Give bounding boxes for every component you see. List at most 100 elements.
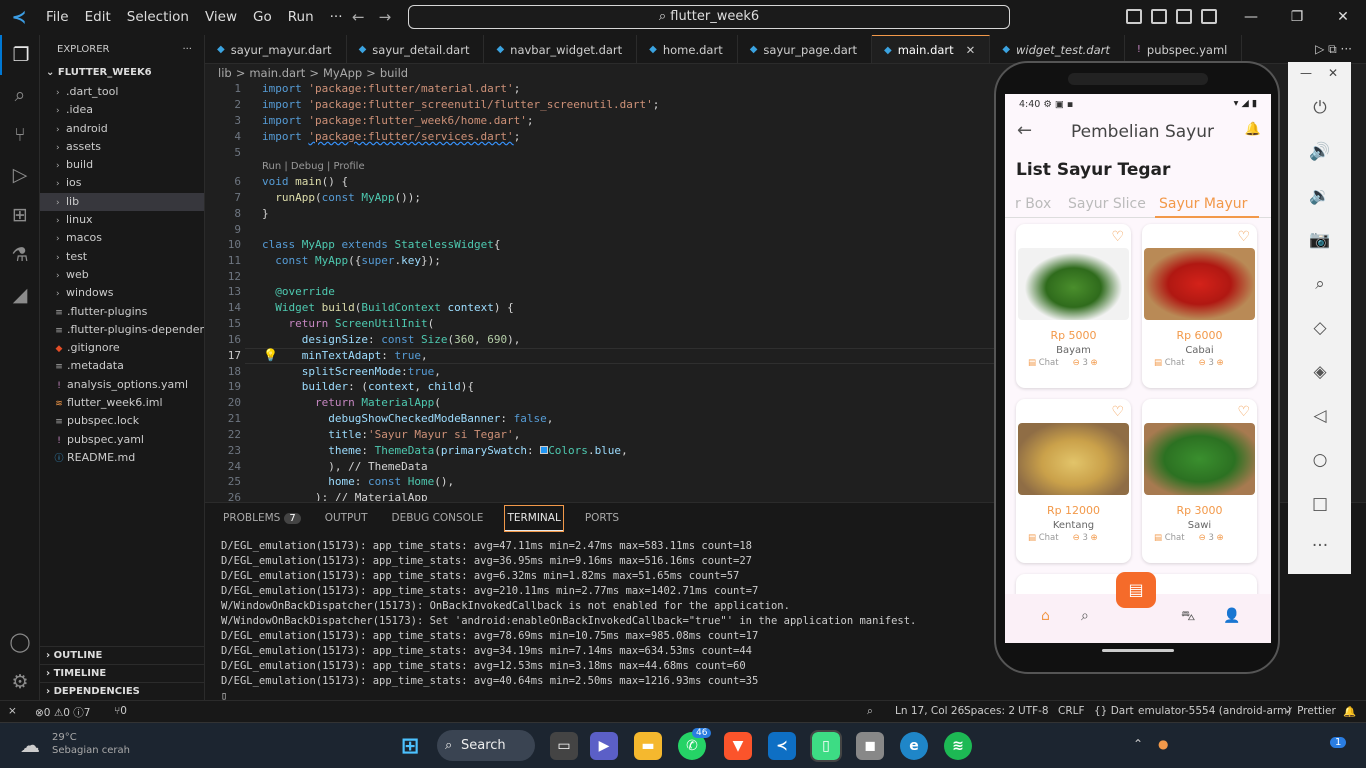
basket-icon[interactable]: ⛍ <box>1181 608 1195 626</box>
product-card[interactable]: ♡ Rp 12000 Kentang ▤ Chat ⊖ 3 ⊕ <box>1016 399 1131 563</box>
customize-layout-icon[interactable] <box>1201 9 1217 24</box>
chat-label[interactable]: Chat <box>1039 533 1059 543</box>
brave-icon[interactable]: ▼ <box>724 732 752 760</box>
minus-icon[interactable]: ⊖ <box>1073 533 1083 543</box>
tab-ports[interactable]: PORTS <box>583 506 621 530</box>
notification-count[interactable]: 1 <box>1330 737 1347 748</box>
heart-icon[interactable]: ♡ <box>1237 229 1250 245</box>
code-editor[interactable]: 1 2 3 4 5 6 7 8 9 10 11 12 13 14 15 16 17 18 19 20 21 22 23 24 2… <box>205 80 995 501</box>
menu-go[interactable]: Go <box>245 0 280 35</box>
spotify-icon[interactable]: ≋ <box>944 732 972 760</box>
breadcrumb-file[interactable]: main.dart <box>249 66 305 80</box>
chat-label[interactable]: Chat <box>1165 358 1185 368</box>
plus-icon[interactable]: ⊕ <box>1214 358 1224 368</box>
tab-pubspec-yaml[interactable]: ! pubspec.yaml <box>1125 35 1243 63</box>
section-outline[interactable]: › OUTLINE <box>40 646 205 664</box>
menu-view[interactable]: View <box>197 0 245 35</box>
run-debug-icon[interactable]: ▷ <box>0 155 40 195</box>
menu-file[interactable]: File <box>38 0 77 35</box>
tray-icon[interactable]: ● <box>1158 737 1168 751</box>
taskbar-search[interactable]: ⌕ Search <box>437 730 535 761</box>
profile-icon[interactable]: 👤 <box>1223 608 1240 624</box>
weather-widget[interactable]: 29°C Sebagian cerah <box>52 731 130 757</box>
chat-icon[interactable]: ▤ <box>1154 533 1165 543</box>
menu-edit[interactable]: Edit <box>77 0 119 35</box>
plus-icon[interactable]: ⊕ <box>1088 358 1098 368</box>
tab-output[interactable]: OUTPUT <box>323 506 370 530</box>
tree-folder-test[interactable]: › test <box>40 248 204 266</box>
file-explorer-icon[interactable]: ▬ <box>634 732 662 760</box>
product-card[interactable]: ♡ Rp 3000 Sawi ▤ Chat ⊖ 3 ⊕ <box>1142 399 1257 563</box>
tree-file[interactable]: ≡ pubspec.lock <box>40 412 204 430</box>
volume-down-icon[interactable]: 🔉 <box>1306 182 1334 210</box>
edge-icon[interactable]: e <box>900 732 928 760</box>
search-icon[interactable]: ⌕ <box>1081 608 1089 624</box>
tree-folder-darttool[interactable]: › .dart_tool <box>40 83 204 101</box>
command-center-search[interactable]: ⌕ flutter_week6 <box>408 5 1010 29</box>
source-control-icon[interactable]: ⑂ <box>0 115 40 155</box>
search-view-icon[interactable]: ⌕ <box>0 75 40 115</box>
chat-icon[interactable]: ▤ <box>1154 358 1165 368</box>
tree-folder-lib[interactable]: › lib <box>40 192 204 212</box>
tree-folder-linux[interactable]: › linux <box>40 211 204 229</box>
tab-sayur-detail-dart[interactable]: ◆ sayur_detail.dart <box>347 35 485 63</box>
tree-folder-android[interactable]: › android <box>40 120 204 138</box>
heart-icon[interactable]: ♡ <box>1111 404 1124 420</box>
tree-file[interactable]: ≡ .metadata <box>40 357 204 375</box>
tree-folder-assets[interactable]: › assets <box>40 138 204 156</box>
problems-status[interactable]: ⊗0 ⚠0 ⓘ7 <box>35 705 90 720</box>
chat-label[interactable]: Chat <box>1165 533 1185 543</box>
meet-icon[interactable]: ▶ <box>590 732 618 760</box>
split-editor-icon[interactable]: ▷ ⧉ ··· <box>1301 35 1366 63</box>
tree-folder-macos[interactable]: › macos <box>40 229 204 247</box>
tab-problems[interactable]: PROBLEMS 7 <box>221 506 303 530</box>
minus-icon[interactable]: ⊖ <box>1199 358 1209 368</box>
minimize-icon[interactable]: — <box>1228 0 1274 35</box>
bell-icon[interactable]: 🔔 <box>1245 122 1261 137</box>
close-tab-icon[interactable]: ✕ <box>966 43 976 57</box>
tab-box[interactable]: r Box <box>1015 196 1051 212</box>
testing-icon[interactable]: ⚗ <box>0 235 40 275</box>
menu-run[interactable]: Run <box>280 0 322 35</box>
plus-icon[interactable]: ⊕ <box>1088 533 1098 543</box>
vscode-taskbar-icon[interactable]: ≺ <box>768 732 796 760</box>
ports-status[interactable]: ⑂0 <box>114 705 127 717</box>
codelens-run-debug[interactable]: Run | Debug | Profile <box>262 161 365 172</box>
power-icon[interactable]: ⏻ <box>1306 94 1334 122</box>
remote-icon[interactable]: ⨯ <box>8 705 17 717</box>
chat-icon[interactable]: ▤ <box>1028 533 1039 543</box>
chat-icon[interactable]: ▤ <box>1028 358 1039 368</box>
product-card[interactable]: ♡ Rp 5000 Bayam ▤ Chat ⊖ 3 ⊕ <box>1016 224 1131 388</box>
heart-icon[interactable]: ♡ <box>1237 404 1250 420</box>
tab-widget-test-dart[interactable]: ◆ widget_test.dart <box>990 35 1125 63</box>
chat-label[interactable]: Chat <box>1039 358 1059 368</box>
product-card[interactable]: ♡ Rp 6000 Cabai ▤ Chat ⊖ 3 ⊕ <box>1142 224 1257 388</box>
breadcrumb-method[interactable]: build <box>380 66 408 80</box>
tree-file[interactable]: ≡ .flutter-plugins-dependen... <box>40 321 204 339</box>
android-emulator-icon[interactable]: ▯ <box>810 730 842 762</box>
cursor-position[interactable]: Ln 17, Col 26 <box>895 705 964 717</box>
camera-icon[interactable]: 📷 <box>1306 226 1334 254</box>
minus-icon[interactable]: ⊖ <box>1199 533 1209 543</box>
breadcrumb-lib[interactable]: lib <box>218 66 232 80</box>
volume-up-icon[interactable]: 🔊 <box>1306 138 1334 166</box>
tab-navbar-widget-dart[interactable]: ◆ navbar_widget.dart <box>484 35 638 63</box>
heart-icon[interactable]: ♡ <box>1111 229 1124 245</box>
windows-start-icon[interactable]: ⊞ <box>396 732 424 760</box>
workspace-root[interactable]: ⌄ FLUTTER_WEEK6 <box>40 63 204 83</box>
minimize-icon[interactable]: — <box>1300 66 1312 80</box>
plus-icon[interactable]: ⊕ <box>1214 533 1224 543</box>
tree-folder-ios[interactable]: › ios <box>40 174 204 192</box>
encoding[interactable]: UTF-8 <box>1018 705 1049 717</box>
breadcrumb-class[interactable]: MyApp <box>323 66 362 80</box>
back-triangle-icon[interactable]: ◁ <box>1306 402 1334 430</box>
notifications-bell-icon[interactable]: 🔔 <box>1343 705 1356 718</box>
zoom-icon[interactable]: ⌕ <box>1306 270 1334 298</box>
forward-arrow-icon[interactable]: → <box>379 8 392 26</box>
formatter-status[interactable]: ✓ Prettier <box>1285 705 1336 717</box>
terminal-output[interactable]: D/EGL_emulation(15173): app_time_stats: … <box>221 539 916 704</box>
chevron-up-icon[interactable]: ⌃ <box>1133 737 1143 751</box>
task-view-icon[interactable]: ▭ <box>550 732 578 760</box>
tab-sayur-mayur-dart[interactable]: ◆ sayur_mayur.dart <box>205 35 347 63</box>
restore-icon[interactable]: ❐ <box>1274 0 1320 35</box>
